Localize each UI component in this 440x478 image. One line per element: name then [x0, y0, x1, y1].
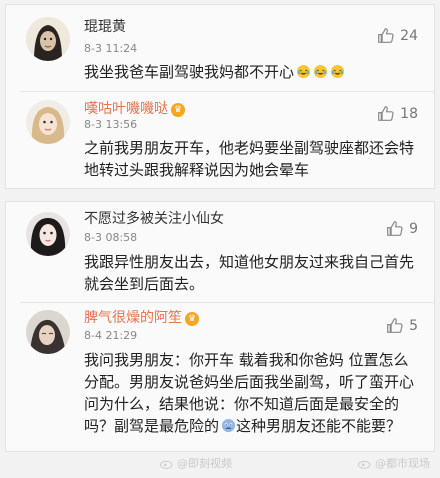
commenter-name[interactable]: 不愿过多被关注小仙女 — [84, 211, 224, 227]
like-button[interactable]: 5 — [386, 317, 418, 334]
comment-item: 脾气很燥的阿笙 ♛ 8-4 21:29 5 我问我男朋友：你开车 载着我和你爸妈 … — [6, 302, 434, 453]
commenter-name[interactable]: 琨琨黄 — [84, 19, 126, 35]
watermark-text: @即刻视频 — [177, 457, 232, 470]
comment-body: 我坐我爸车副驾驶我妈都不开心 — [84, 63, 295, 81]
like-button[interactable]: 24 — [377, 27, 418, 44]
comment-text: 我问我男朋友：你开车 载着我和你爸妈 位置怎么分配。男朋友说爸妈坐后面我坐副驾，… — [84, 349, 416, 437]
watermark-text: @都市现场 — [375, 457, 430, 470]
commenter-name[interactable]: 嘆咕叶嘰嘰哒 ♛ — [84, 101, 185, 117]
laugh-cry-emoji — [313, 64, 328, 79]
thumbs-up-icon — [378, 28, 394, 43]
comment-text: 我跟异性朋友出去，知道他女朋友过来我自己首先就会坐到后面去。 — [84, 253, 415, 293]
comment-text: 我坐我爸车副驾驶我妈都不开心 — [84, 61, 416, 83]
thumbs-up-icon — [378, 106, 394, 121]
sad-face-emoji — [221, 418, 236, 433]
comment-time: 8-4 21:29 — [84, 329, 138, 342]
comment-item: 嘆咕叶嘰嘰哒 ♛ 8-3 13:56 18 之前我男朋友开车，他老妈要坐副驾驶座都… — [6, 91, 434, 190]
like-count: 9 — [409, 220, 418, 237]
weibo-logo-icon — [160, 460, 173, 469]
comment-time: 8-3 08:58 — [84, 231, 138, 244]
weibo-logo-icon — [358, 460, 371, 469]
commenter-name[interactable]: 脾气很燥的阿笙 ♛ — [84, 310, 199, 326]
watermark: @即刻视频 — [160, 455, 232, 471]
commenter-name-text: 脾气很燥的阿笙 — [84, 310, 182, 326]
comment-text: 之前我男朋友开车，他老妈要坐副驾驶座都还会特地转过头跟我解释说因为她会晕车 — [84, 139, 415, 179]
comment-item: 不愿过多被关注小仙女 8-3 08:58 9 我跟异性朋友出去，知道他女朋友过来… — [6, 202, 434, 300]
watermark: @都市现场 — [358, 455, 430, 471]
laugh-cry-emoji — [296, 64, 311, 79]
thumbs-up-icon — [387, 318, 403, 333]
like-count: 24 — [400, 27, 418, 44]
comment-time: 8-3 11:24 — [84, 42, 138, 55]
comment-item: 琨琨黄 8-3 11:24 24 我坐我爸车副驾驶我妈都不开心 — [6, 5, 434, 97]
like-count: 5 — [409, 317, 418, 334]
like-count: 18 — [400, 105, 418, 122]
like-button[interactable]: 18 — [377, 105, 418, 122]
vip-crown-icon: ♛ — [171, 103, 185, 117]
avatar[interactable] — [26, 100, 70, 144]
avatar[interactable] — [26, 212, 70, 256]
comment-body-end: 这种男朋友还能不能要？ — [236, 417, 402, 435]
comment-card-bottom: 不愿过多被关注小仙女 8-3 08:58 9 我跟异性朋友出去，知道他女朋友过来… — [5, 201, 435, 452]
comment-time: 8-3 13:56 — [84, 118, 138, 131]
commenter-name-text: 嘆咕叶嘰嘰哒 — [84, 101, 168, 117]
avatar[interactable] — [26, 310, 70, 354]
thumbs-up-icon — [387, 221, 403, 236]
vip-crown-icon: ♛ — [185, 312, 199, 326]
comment-card-top: 琨琨黄 8-3 11:24 24 我坐我爸车副驾驶我妈都不开心 嘆咕叶嘰嘰哒 ♛ … — [5, 4, 435, 189]
like-button[interactable]: 9 — [386, 220, 418, 237]
laugh-cry-emoji — [330, 64, 345, 79]
avatar[interactable] — [26, 17, 70, 61]
